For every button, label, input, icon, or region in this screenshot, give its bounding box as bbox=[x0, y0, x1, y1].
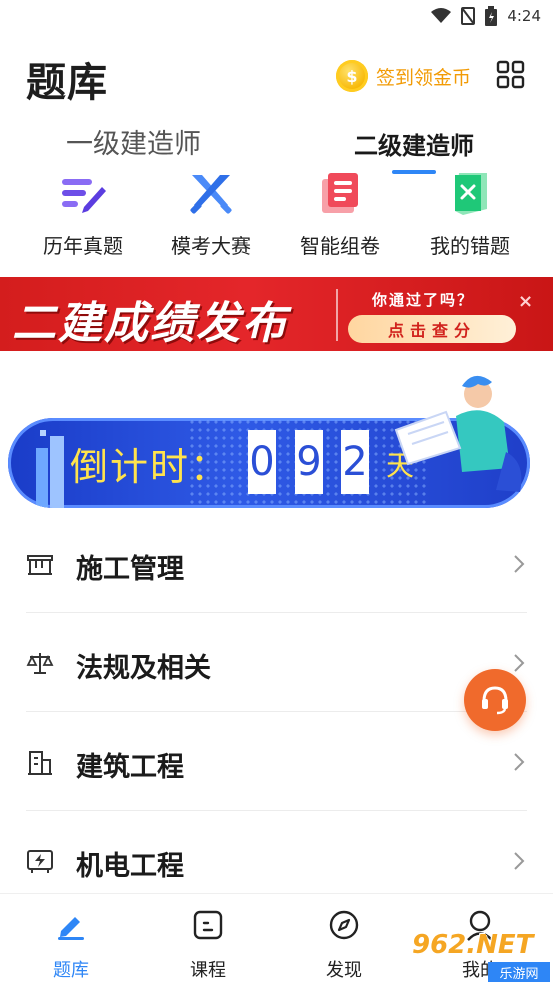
subject-label: 机电工程 bbox=[76, 851, 184, 882]
nav-label: 发现 bbox=[326, 960, 362, 981]
building-illustration-icon bbox=[36, 430, 64, 508]
level-tabs: 一级建造师 二级建造师 bbox=[0, 118, 553, 178]
feature-grid: 历年真题 模考大赛 智能组卷 我的错题 bbox=[0, 170, 553, 265]
subject-label: 施工管理 bbox=[76, 554, 184, 585]
tab-level-one[interactable]: 一级建造师 bbox=[66, 122, 201, 161]
electric-icon bbox=[27, 850, 53, 873]
no-sim-icon bbox=[461, 7, 476, 25]
scale-icon bbox=[26, 653, 54, 674]
feature-my-mistakes[interactable]: 我的错题 bbox=[405, 170, 535, 259]
fence-icon bbox=[27, 555, 53, 575]
nav-label: 题库 bbox=[53, 960, 89, 981]
subject-construction-management[interactable]: 施工管理 bbox=[0, 514, 553, 613]
signin-label: 签到领金币 bbox=[376, 66, 472, 89]
wifi-icon bbox=[431, 8, 452, 23]
signin-button[interactable]: $ 签到领金币 bbox=[336, 58, 471, 94]
nav-discover[interactable]: 发现 bbox=[304, 908, 384, 982]
chevron-right-icon bbox=[514, 852, 525, 870]
watermark-site-text: 乐游网 bbox=[488, 962, 550, 982]
watermark: 962.NET 乐游网 bbox=[412, 930, 550, 982]
feature-smart-paper[interactable]: 智能组卷 bbox=[275, 170, 405, 259]
pen-lines-icon bbox=[58, 170, 108, 216]
nav-label: 课程 bbox=[190, 960, 226, 981]
countdown-digit: 9 bbox=[295, 430, 323, 494]
headset-icon bbox=[482, 686, 508, 715]
compass-icon bbox=[327, 908, 361, 942]
status-bar: 4:24 bbox=[0, 0, 553, 32]
feature-label: 智能组卷 bbox=[300, 234, 380, 258]
check-score-button[interactable]: 点击查分 bbox=[348, 315, 516, 343]
reader-illustration-icon bbox=[394, 375, 522, 492]
customer-service-button[interactable] bbox=[464, 669, 526, 731]
nav-courses[interactable]: 课程 bbox=[168, 908, 248, 982]
chevron-right-icon bbox=[514, 753, 525, 771]
exam-countdown: 倒计时： 0 9 2 天 bbox=[8, 372, 548, 512]
feature-past-exams[interactable]: 历年真题 bbox=[18, 170, 148, 259]
battery-icon bbox=[485, 6, 498, 26]
feature-label: 我的错题 bbox=[430, 234, 510, 258]
nav-question-bank[interactable]: 题库 bbox=[31, 908, 111, 982]
header: 题库 $ 签到领金币 bbox=[0, 40, 553, 112]
feature-mock-contest[interactable]: 模考大赛 bbox=[146, 170, 276, 259]
banner-divider bbox=[336, 289, 338, 341]
status-time: 4:24 bbox=[507, 7, 541, 25]
banner-close-icon[interactable]: × bbox=[518, 291, 533, 312]
countdown-digit: 2 bbox=[341, 430, 369, 494]
subject-label: 法规及相关 bbox=[76, 653, 211, 684]
countdown-digit: 0 bbox=[248, 430, 276, 494]
feature-label: 模考大赛 bbox=[171, 234, 251, 258]
score-release-banner[interactable]: 二建成绩发布 你通过了吗？ 点击查分 × bbox=[0, 277, 553, 351]
feature-label: 历年真题 bbox=[43, 234, 123, 258]
watermark-logo-text: 962.NET bbox=[412, 930, 534, 960]
building-icon bbox=[28, 751, 52, 775]
document-icon bbox=[315, 170, 365, 216]
banner-title: 二建成绩发布 bbox=[12, 298, 288, 349]
course-icon bbox=[191, 908, 225, 942]
tab-level-two[interactable]: 二级建造师 bbox=[354, 126, 474, 161]
wrong-note-icon bbox=[445, 170, 495, 216]
crossed-swords-icon bbox=[186, 170, 236, 216]
chevron-right-icon bbox=[514, 555, 525, 573]
banner-subtitle: 你通过了吗？ bbox=[372, 291, 475, 309]
pencil-icon bbox=[54, 908, 88, 942]
subject-label: 建筑工程 bbox=[76, 752, 184, 783]
grid-menu-icon[interactable] bbox=[496, 60, 526, 90]
coin-icon: $ bbox=[336, 60, 368, 92]
page-title: 题库 bbox=[26, 60, 108, 106]
countdown-label: 倒计时： bbox=[70, 445, 231, 489]
subject-building-engineering[interactable]: 建筑工程 bbox=[0, 712, 553, 811]
chevron-right-icon bbox=[514, 654, 525, 672]
